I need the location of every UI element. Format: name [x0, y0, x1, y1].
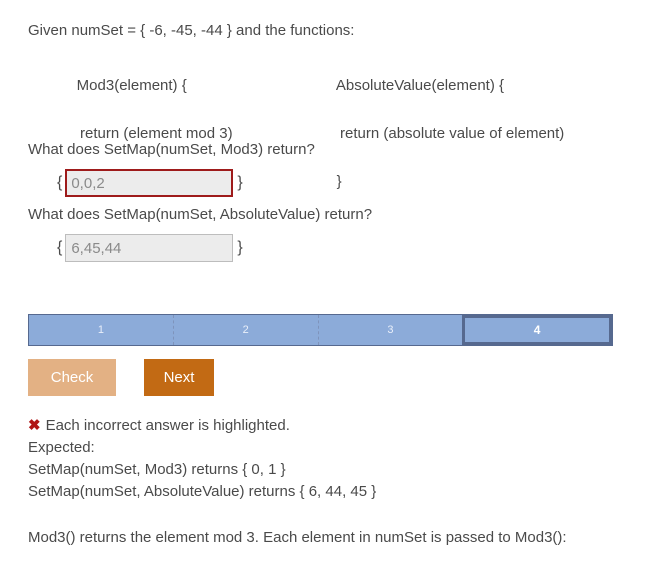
expected-label: Expected: [28, 439, 95, 456]
answer-row-2: { } [57, 234, 243, 262]
function-signature: Mod3(element) { [76, 77, 187, 94]
cross-icon: ✖ [28, 417, 41, 434]
progress-step-label: 4 [533, 323, 541, 337]
progress-step-2[interactable]: 2 [172, 315, 318, 345]
feedback-headline: Each incorrect answer is highlighted. [45, 417, 290, 434]
progress-bar[interactable]: 1 2 3 4 [28, 314, 613, 346]
function-body: return (absolute value of element) [340, 125, 565, 142]
progress-step-4[interactable]: 4 [462, 315, 612, 345]
function-close-brace: } [336, 173, 342, 190]
progress-step-label: 1 [97, 324, 104, 336]
progress-step-1[interactable]: 1 [29, 315, 173, 345]
expected-line-2: SetMap(numSet, AbsoluteValue) returns { … [28, 483, 377, 500]
set-open-brace: { [57, 174, 63, 191]
set-close-brace: } [237, 239, 243, 256]
progress-step-label: 2 [242, 324, 249, 336]
answer-input-2[interactable] [65, 234, 234, 262]
progress-step-label: 3 [387, 324, 394, 336]
answer-row-1: { } [57, 169, 243, 197]
set-close-brace: } [237, 174, 243, 191]
question-1-text: What does SetMap(numSet, Mod3) return? [28, 141, 315, 158]
answer-input-1[interactable] [65, 169, 234, 197]
question-2-text: What does SetMap(numSet, AbsoluteValue) … [28, 206, 373, 223]
function-signature: AbsoluteValue(element) { [335, 77, 505, 94]
progress-step-3[interactable]: 3 [317, 315, 463, 345]
feedback-panel: ✖ Each incorrect answer is highlighted. E… [28, 415, 376, 503]
function-definition-absolutevalue: AbsoluteValue(element) { return (absolut… [320, 50, 564, 218]
feedback-headline-row: ✖ Each incorrect answer is highlighted. [28, 415, 376, 437]
set-open-brace: { [57, 239, 63, 256]
check-button[interactable]: Check [28, 359, 116, 396]
exercise-page: Given numSet = { -6, -45, -44 } and the … [0, 0, 658, 562]
next-button[interactable]: Next [144, 359, 214, 396]
given-statement: Given numSet = { -6, -45, -44 } and the … [28, 22, 355, 39]
explanation-text: Mod3() returns the element mod 3. Each e… [28, 529, 567, 546]
expected-line-1: SetMap(numSet, Mod3) returns { 0, 1 } [28, 461, 286, 478]
